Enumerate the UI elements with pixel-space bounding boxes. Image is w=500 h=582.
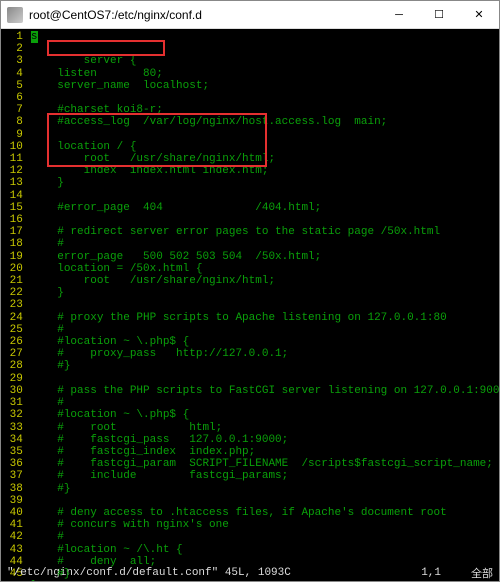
window-title: root@CentOS7:/etc/nginx/conf.d <box>29 8 379 22</box>
terminal[interactable]: 1 2 3 4 5 6 7 8 9 10 11 12 13 14 15 16 1… <box>1 29 499 581</box>
close-button[interactable]: ✕ <box>459 1 499 29</box>
code-text: server { listen 80; server_name localhos… <box>31 55 499 581</box>
code-area[interactable]: s server { listen 80; server_name localh… <box>27 29 499 565</box>
maximize-button[interactable]: ☐ <box>419 1 459 29</box>
minimize-button[interactable]: ─ <box>379 1 419 29</box>
editor: 1 2 3 4 5 6 7 8 9 10 11 12 13 14 15 16 1… <box>1 29 499 565</box>
status-pos: 1,1 <box>421 567 441 579</box>
status-mode: 全部 <box>471 565 493 581</box>
line-gutter: 1 2 3 4 5 6 7 8 9 10 11 12 13 14 15 16 1… <box>1 29 27 565</box>
app-window: root@CentOS7:/etc/nginx/conf.d ─ ☐ ✕ 1 2… <box>0 0 500 582</box>
titlebar[interactable]: root@CentOS7:/etc/nginx/conf.d ─ ☐ ✕ <box>1 1 499 29</box>
cursor-block: s <box>31 31 38 43</box>
window-controls: ─ ☐ ✕ <box>379 1 499 29</box>
highlight-listen <box>47 40 165 56</box>
app-icon <box>7 7 23 23</box>
